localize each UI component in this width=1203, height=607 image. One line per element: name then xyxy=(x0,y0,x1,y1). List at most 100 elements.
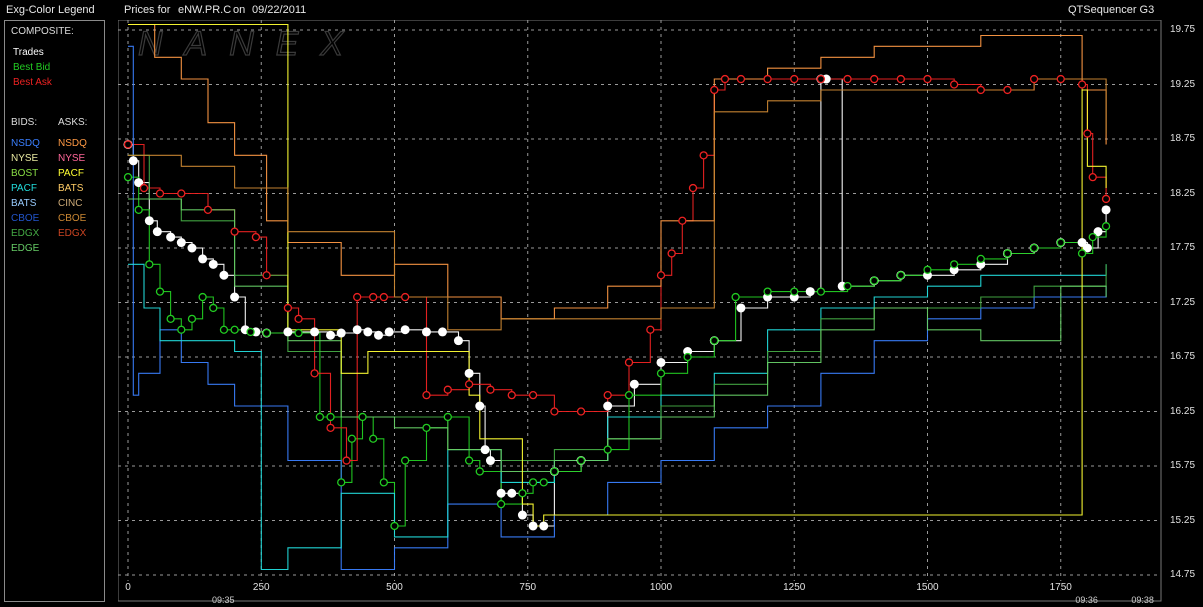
best-bid-marker xyxy=(475,467,484,476)
legend-bid-pacf: PACF xyxy=(11,183,37,194)
best-bid-marker xyxy=(390,521,399,531)
trade-point xyxy=(736,303,746,313)
best-ask-marker xyxy=(688,183,698,193)
trade-point xyxy=(363,327,373,337)
legend-ask-bats: BATS xyxy=(58,183,84,194)
date-label: 09/22/2011 xyxy=(252,4,307,16)
best-ask-marker xyxy=(507,390,516,400)
trade-point xyxy=(603,401,613,411)
trade-point xyxy=(517,510,527,520)
legend-ask-cinc: CINC xyxy=(58,198,83,209)
best-ask-marker xyxy=(262,271,271,280)
trade-point xyxy=(198,254,208,264)
best-ask-marker xyxy=(976,85,985,95)
best-ask-marker xyxy=(369,292,378,302)
plot-frame xyxy=(118,20,1162,602)
best-ask-marker xyxy=(678,216,687,225)
best-bid-marker xyxy=(177,325,186,334)
best-ask-marker xyxy=(1056,74,1065,84)
trade-point xyxy=(421,327,431,337)
chart-svg: NANEX0 250 500 750 1000 1250 1500 1750 xyxy=(118,20,1162,602)
best-ask-marker xyxy=(550,407,559,416)
y-tick-label: 17.75 xyxy=(1170,242,1196,253)
time-label: 09:36 xyxy=(1075,595,1098,605)
best-bid-marker xyxy=(576,456,586,465)
trade-point xyxy=(144,216,154,226)
y-tick-label: 16.75 xyxy=(1170,351,1196,362)
trade-point xyxy=(480,445,490,455)
best-ask-marker xyxy=(763,74,772,84)
trade-point xyxy=(230,292,240,302)
symbol-label: eNW.PR.C xyxy=(178,4,232,16)
best-ask-marker xyxy=(603,390,612,400)
legend-ask-cboe: CBOE xyxy=(58,213,87,224)
legend-bid-bost: BOST xyxy=(11,168,39,179)
x-tick-label: 750 xyxy=(519,582,536,593)
best-bid-marker xyxy=(790,287,799,296)
asks-heading: ASKS: xyxy=(58,117,88,128)
trade-point xyxy=(475,401,485,411)
title-bar: Exg-Color Legend Prices for eNW.PR.C on … xyxy=(0,0,1203,20)
legend-bid-edge: EDGE xyxy=(11,243,40,254)
best-bid-marker xyxy=(347,434,357,443)
best-bid-marker xyxy=(1077,249,1087,258)
best-bid-marker xyxy=(369,434,378,443)
best-bid-marker xyxy=(710,336,719,345)
best-ask-marker xyxy=(230,227,239,236)
best-ask-marker xyxy=(294,314,303,324)
best-bid-marker xyxy=(528,478,538,487)
trade-point xyxy=(128,156,138,166)
legend-best-ask: Best Ask xyxy=(13,77,52,88)
best-bid-marker xyxy=(401,456,410,465)
best-bid-marker xyxy=(262,328,271,338)
y-tick-label: 19.75 xyxy=(1170,24,1196,35)
trade-point xyxy=(629,379,639,389)
legend-best-bid: Best Bid xyxy=(13,62,51,73)
best-bid-marker xyxy=(976,254,985,264)
best-ask-marker xyxy=(203,205,213,215)
trade-point xyxy=(187,243,197,253)
best-bid-marker xyxy=(379,478,388,487)
best-ask-marker xyxy=(1101,194,1111,204)
best-ask-marker xyxy=(353,292,362,302)
app-title: QTSequencer G3 xyxy=(1068,4,1155,16)
trade-point xyxy=(166,232,176,242)
best-bid-marker xyxy=(422,423,431,433)
legend-bid-nsdq: NSDQ xyxy=(11,138,40,149)
best-ask-marker xyxy=(1003,85,1012,95)
trade-point xyxy=(374,330,384,340)
best-ask-marker xyxy=(528,390,538,400)
best-bid-marker xyxy=(683,352,692,362)
best-ask-marker xyxy=(464,380,474,389)
best-ask-marker xyxy=(720,74,730,84)
best-ask-marker xyxy=(443,385,452,394)
price-chart: NANEX 0 250 500 750 1000 1250 1500 1750 xyxy=(118,20,1163,602)
bids-heading: BIDS: xyxy=(11,117,38,128)
best-bid-marker xyxy=(923,265,932,274)
best-bid-marker xyxy=(134,205,143,215)
best-bid-marker xyxy=(294,328,303,338)
best-ask-marker xyxy=(736,74,746,84)
x-tick-label: 0 xyxy=(125,582,131,593)
trade-point xyxy=(310,327,320,337)
legend-bid-nyse: NYSE xyxy=(11,153,39,164)
best-ask-marker xyxy=(139,183,149,193)
legend-title: Exg-Color Legend xyxy=(6,4,95,16)
best-bid-marker xyxy=(624,390,634,400)
best-bid-marker xyxy=(870,276,879,285)
legend-bid-bats: BATS xyxy=(11,198,37,209)
best-ask-marker xyxy=(843,74,852,84)
best-bid-marker xyxy=(145,260,154,269)
best-bid-marker xyxy=(246,327,255,337)
best-bid-marker xyxy=(731,292,740,302)
trade-point xyxy=(528,521,538,531)
trade-point xyxy=(283,327,293,337)
best-ask-marker xyxy=(251,232,261,242)
best-ask-marker xyxy=(283,303,293,313)
legend-bid-edgx: EDGX xyxy=(11,228,40,239)
trade-point xyxy=(400,325,410,335)
best-ask-marker xyxy=(486,385,495,394)
best-bid-marker xyxy=(230,325,239,334)
x-tick-label: 1500 xyxy=(916,582,939,593)
best-ask-marker xyxy=(177,189,186,198)
